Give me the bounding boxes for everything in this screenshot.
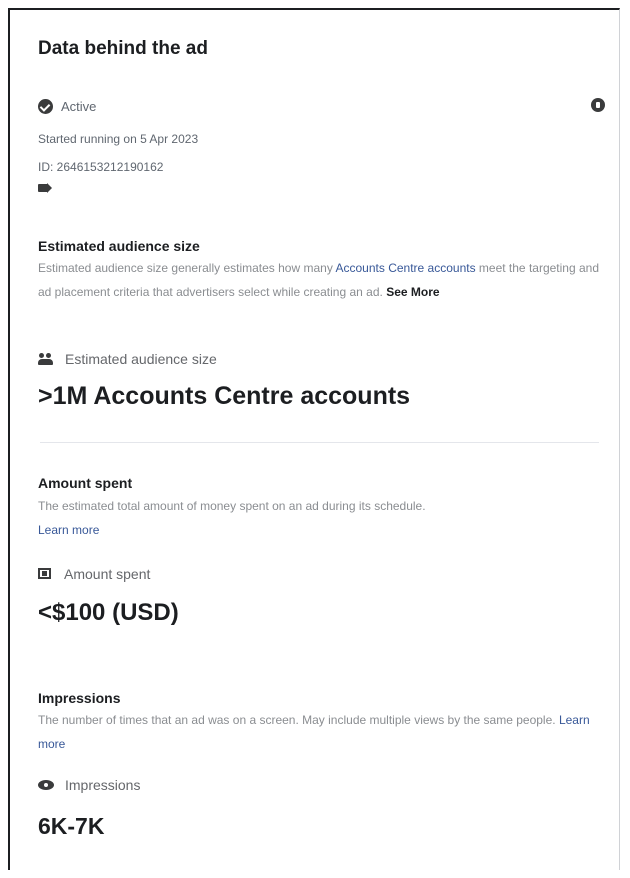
audience-desc-prefix: Estimated audience size generally estima… [38,261,336,275]
divider [40,442,599,443]
impressions-metric-label: Impressions [65,777,141,793]
info-icon[interactable] [591,98,605,112]
audience-description: Estimated audience size generally estima… [38,256,599,304]
cash-icon [38,567,53,581]
check-circle-icon [38,98,53,114]
megaphone-icon [38,183,52,193]
see-more-button[interactable]: See More [386,285,439,299]
ad-id: ID: 264615321219016​2 [38,160,164,174]
accounts-centre-link[interactable]: Accounts Centre accounts [336,261,476,275]
panel-title: Data behind the ad [38,38,208,59]
amount-desc-text: The estimated total amount of money spen… [38,499,426,513]
audience-metric-label-row: Estimated audience size [38,351,217,367]
amount-description: The estimated total amount of money spen… [38,494,599,542]
eye-icon [38,780,54,790]
panel-content: Data behind the ad Active Started runnin… [38,10,607,870]
amount-metric-label: Amount spent [64,566,151,582]
audience-heading: Estimated audience size [38,238,200,254]
impressions-description: The number of times that an ad was on a … [38,708,599,756]
audience-metric-label: Estimated audience size [65,351,217,367]
ad-data-panel: Data behind the ad Active Started runnin… [8,8,620,870]
impressions-metric-label-row: Impressions [38,777,140,793]
impressions-metric-value: 6K-7K [38,813,105,839]
amount-metric-value: <$100 (USD) [38,599,179,626]
status-row: Active [38,96,607,116]
start-date: Started running on 5 Apr 2023 [38,132,199,146]
people-icon [38,353,54,365]
amount-learn-more-link[interactable]: Learn more [38,523,99,537]
amount-metric-label-row: Amount spent [38,566,150,582]
impressions-heading: Impressions [38,690,121,706]
impressions-desc-text: The number of times that an ad was on a … [38,713,556,727]
status-label: Active [61,98,97,114]
audience-metric-value: >1M Accounts Centre accounts [38,382,411,410]
amount-heading: Amount spent [38,475,133,491]
